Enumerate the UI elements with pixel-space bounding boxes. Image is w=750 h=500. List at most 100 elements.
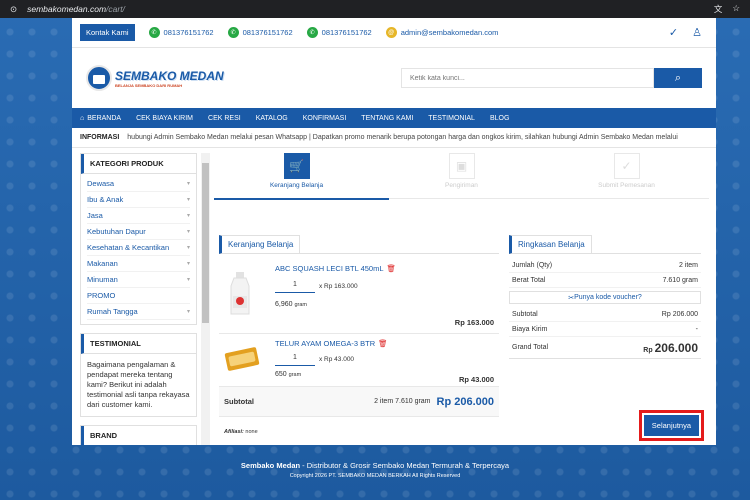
whatsapp-icon: ✆ [227, 27, 239, 38]
sidebar: KATEGORI PRODUK Dewasa ▾ Ibu & Anak ▾ Jasa… [80, 153, 197, 445]
voucher-link[interactable]: ✂ Punya kode voucher? [509, 291, 701, 304]
weight-row: Berat Total 7.610 gram [509, 273, 701, 288]
trash-icon[interactable]: 🗑 [378, 339, 388, 348]
item-weight: 6,960 gram [275, 301, 308, 308]
user-icon[interactable]: ♙ [692, 26, 702, 39]
unit-price: x Rp 43.000 [319, 356, 355, 363]
search-input[interactable] [401, 68, 654, 88]
grand-total-value: 206.000 [654, 340, 698, 355]
chevron-down-icon: ▾ [186, 245, 190, 251]
unit-price: x Rp 163.000 [319, 283, 358, 290]
item-weight: 650 gram [275, 371, 302, 378]
logo-tagline: BELANJA SEMBAKO DARI RUMAH [115, 82, 183, 88]
item-total: Rp 163.000 [454, 318, 494, 327]
step-shipping: ▣ Pengiriman [412, 153, 512, 189]
category-item[interactable]: Dewasa ▾ [87, 176, 190, 192]
site-info-icon[interactable]: ⊙ [10, 4, 17, 15]
grand-total-row: Grand Total Rp 206.000 [509, 337, 701, 359]
affiliate-info: Afiliasi: none [224, 429, 258, 435]
nav-item-cek-resi[interactable]: CEK RESI [208, 115, 241, 122]
category-item[interactable]: Rumah Tangga ▾ [87, 304, 190, 320]
nav-item-cek-biaya-kirim[interactable]: CEK BIAYA KIRIM [136, 115, 193, 122]
url-text[interactable]: sembakomedan.com/cart/ [27, 4, 125, 14]
cart-main: 🛒 Keranjang Belanja ▣ Pengiriman ✓ Submi… [214, 153, 709, 445]
brand-title: BRAND [81, 426, 196, 445]
chevron-down-icon: ▾ [186, 197, 190, 203]
top-contact-bar: Kontak Kami ✆ 081376151762 ✆ 081376151762 … [72, 18, 716, 48]
store-logo-icon [86, 65, 112, 91]
email-icon: @ [385, 27, 397, 38]
step-submit: ✓ Submit Pemesanan [577, 153, 677, 189]
cart-title: Keranjang Belanja [219, 235, 301, 254]
cart-item: ABC SQUASH LECI BTL 450mL 🗑 1 x Rp 163.00… [219, 254, 499, 334]
main-nav: ⌂ BERANDA CEK BIAYA KIRIM CEK RESI KATALO… [72, 108, 716, 128]
shipping-icon: ▣ [448, 153, 475, 179]
subtotal-label: Subtotal [224, 397, 254, 406]
product-name[interactable]: TELUR AYAM OMEGA-3 BTR 🗑 [275, 339, 388, 348]
nav-item-testimonial[interactable]: TESTIMONIAL [428, 115, 475, 122]
nav-item-beranda[interactable]: ⌂ BERANDA [80, 115, 121, 122]
highlight-box: Selanjutnya [638, 410, 704, 441]
testimonial-title: TESTIMONIAL [81, 334, 196, 354]
category-item[interactable]: PROMO [87, 288, 190, 304]
info-label: INFORMASI [80, 134, 120, 141]
chevron-down-icon: ▾ [186, 309, 190, 315]
step-progress-line [214, 198, 709, 200]
footer-copyright: Copyright 2026 PT. SEMBAKO MEDAN BERKAH … [289, 473, 461, 479]
info-marquee-text: hubungi Admin Sembako Medan melalui pesa… [127, 134, 678, 141]
sidebar-scrollbar[interactable] [201, 153, 210, 445]
site-footer: Sembako Medan - Distributor & Grosir Sem… [0, 445, 750, 500]
nav-item-konfirmasi[interactable]: KONFIRMASI [303, 115, 347, 122]
testimonial-text: Bagaimana pengalaman & pendapat mereka t… [87, 360, 190, 409]
nav-item-tentang-kami[interactable]: TENTANG KAMI [361, 115, 413, 122]
step-cart: 🛒 Keranjang Belanja [247, 153, 347, 189]
chevron-down-icon: ▾ [186, 277, 190, 283]
quantity-input[interactable]: 1 [275, 354, 315, 366]
quantity-input[interactable]: 1 [275, 281, 315, 293]
category-item[interactable]: Jasa ▾ [87, 208, 190, 224]
product-name[interactable]: ABC SQUASH LECI BTL 450mL 🗑 [275, 264, 396, 273]
checkmark-icon[interactable]: ✓ [669, 26, 678, 39]
shipping-cost-row: Biaya Kirim - [509, 322, 701, 337]
translate-icon[interactable]: 文 [714, 3, 723, 15]
order-summary: Ringkasan Belanja Jumlah (Qty) 2 item Ber… [509, 235, 704, 441]
next-button[interactable]: Selanjutnya [643, 415, 699, 436]
web-page: Kontak Kami ✆ 081376151762 ✆ 081376151762 … [72, 18, 716, 445]
checkout-steps: 🛒 Keranjang Belanja ▣ Pengiriman ✓ Submi… [214, 153, 709, 201]
trash-icon[interactable]: 🗑 [387, 264, 397, 273]
summary-title: Ringkasan Belanja [509, 235, 592, 254]
category-item[interactable]: Minuman ▾ [87, 272, 190, 288]
item-total: Rp 43.000 [458, 375, 494, 384]
check-icon: ✓ [613, 153, 640, 179]
product-image-eggs[interactable] [224, 344, 260, 374]
category-item[interactable]: Makanan ▾ [87, 256, 190, 272]
site-logo[interactable]: SEMBAKO MEDAN BELANJA SEMBAKO DARI RUMAH [86, 65, 224, 91]
bookmark-star-icon[interactable]: ☆ [732, 3, 740, 15]
qty-row: Jumlah (Qty) 2 item [509, 258, 701, 273]
search-button[interactable]: ⌕ [654, 68, 702, 88]
cart-subtotal-row: Subtotal 2 item 7.610 gram Rp 206.000 [219, 387, 499, 417]
category-title: KATEGORI PRODUK [81, 154, 196, 174]
cart-item: TELUR AYAM OMEGA-3 BTR 🗑 1 x Rp 43.000 65… [219, 334, 499, 387]
cart-icon: 🛒 [283, 153, 310, 179]
category-item[interactable]: Kebutuhan Dapur ▾ [87, 224, 190, 240]
product-image-squash[interactable] [224, 270, 256, 318]
testimonial-panel: TESTIMONIAL Bagaimana pengalaman & penda… [80, 333, 197, 417]
category-panel: KATEGORI PRODUK Dewasa ▾ Ibu & Anak ▾ Jasa… [80, 153, 197, 325]
whatsapp-contact-1[interactable]: ✆ 081376151762 [148, 27, 214, 38]
category-item[interactable]: Ibu & Anak ▾ [87, 192, 190, 208]
footer-tagline: Sembako Medan - Distributor & Grosir Sem… [240, 461, 510, 470]
email-contact[interactable]: @ admin@sembakomedan.com [385, 27, 498, 38]
nav-item-katalog[interactable]: KATALOG [256, 115, 288, 122]
whatsapp-contact-2[interactable]: ✆ 081376151762 [227, 27, 293, 38]
subtotal-value: Rp 206.000 [436, 395, 494, 408]
whatsapp-contact-3[interactable]: ✆ 081376151762 [306, 27, 372, 38]
browser-address-bar[interactable]: ⊙ sembakomedan.com/cart/ 文 ☆ [0, 0, 750, 18]
kontak-kami-button[interactable]: Kontak Kami [80, 24, 135, 41]
logo-name: SEMBAKO MEDAN [115, 68, 224, 83]
scrollbar-thumb[interactable] [202, 163, 209, 323]
cart-section: Keranjang Belanja ABC SQUASH LECI BTL 45… [219, 235, 499, 435]
category-item[interactable]: Kesehatan & Kecantikan ▾ [87, 240, 190, 256]
chevron-down-icon: ▾ [186, 213, 190, 219]
nav-item-blog[interactable]: BLOG [490, 115, 509, 122]
